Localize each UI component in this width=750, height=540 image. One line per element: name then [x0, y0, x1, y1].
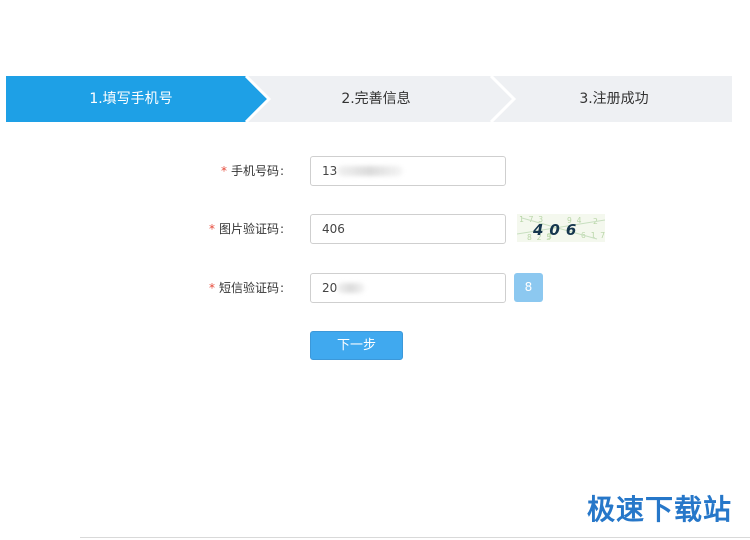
phone-label-text: 手机号码 — [230, 164, 279, 178]
phone-row: * 手机号码: 13 — [0, 156, 750, 186]
phone-input[interactable]: 13 — [310, 156, 506, 186]
captcha-image[interactable]: 1 7 3 8 2 5 9 4 6 1 7 3 2 406 — [517, 214, 605, 242]
sms-input-value: 20 — [322, 281, 338, 295]
captcha-image-text: 406 — [532, 221, 582, 239]
step-1-label: 1.填写手机号 — [89, 91, 173, 107]
phone-input-value: 13 — [322, 164, 338, 178]
captcha-row: *图片验证码: 406 1 7 3 8 2 5 9 4 6 1 7 3 2 — [0, 214, 750, 244]
watermark: 极速下载站 — [586, 493, 732, 526]
sms-input[interactable]: 20 — [310, 273, 506, 303]
captcha-label: * 图片验证码: — [209, 214, 284, 244]
registration-page: 1.填写手机号 2.完善信息 3.注册成功 * 手机号码: 13 * 图片验证码: … — [0, 0, 750, 540]
sms-label: * 短信验证码: — [209, 273, 284, 303]
required-mark: * — [208, 222, 215, 236]
sms-label-text: 短信验证码 — [218, 281, 279, 295]
sms-countdown-button[interactable]: 8 — [514, 273, 543, 302]
required-mark: * — [208, 281, 215, 295]
label-colon: : — [279, 222, 284, 236]
captcha-picture: 1 7 3 8 2 5 9 4 6 1 7 3 2 406 — [517, 214, 605, 242]
bottom-divider — [80, 537, 750, 538]
step-3-label: 3.注册成功 — [579, 91, 649, 107]
label-colon: : — [279, 164, 284, 178]
label-colon: : — [279, 281, 284, 295]
required-mark: * — [220, 164, 227, 178]
captcha-label-text: 图片验证码 — [218, 222, 279, 236]
sms-redaction — [337, 283, 365, 293]
registration-step-bar: 1.填写手机号 2.完善信息 3.注册成功 — [6, 76, 732, 122]
captcha-input-value: 406 — [322, 222, 345, 236]
step-2-label: 2.完善信息 — [341, 91, 411, 107]
phone-label: * 手机号码: — [221, 156, 284, 186]
sms-row: * 短信验证码: 20 8 — [0, 273, 750, 303]
phone-redaction — [337, 166, 403, 176]
captcha-input[interactable]: 406 — [310, 214, 506, 244]
next-step-button[interactable]: 下一步 — [310, 331, 403, 360]
